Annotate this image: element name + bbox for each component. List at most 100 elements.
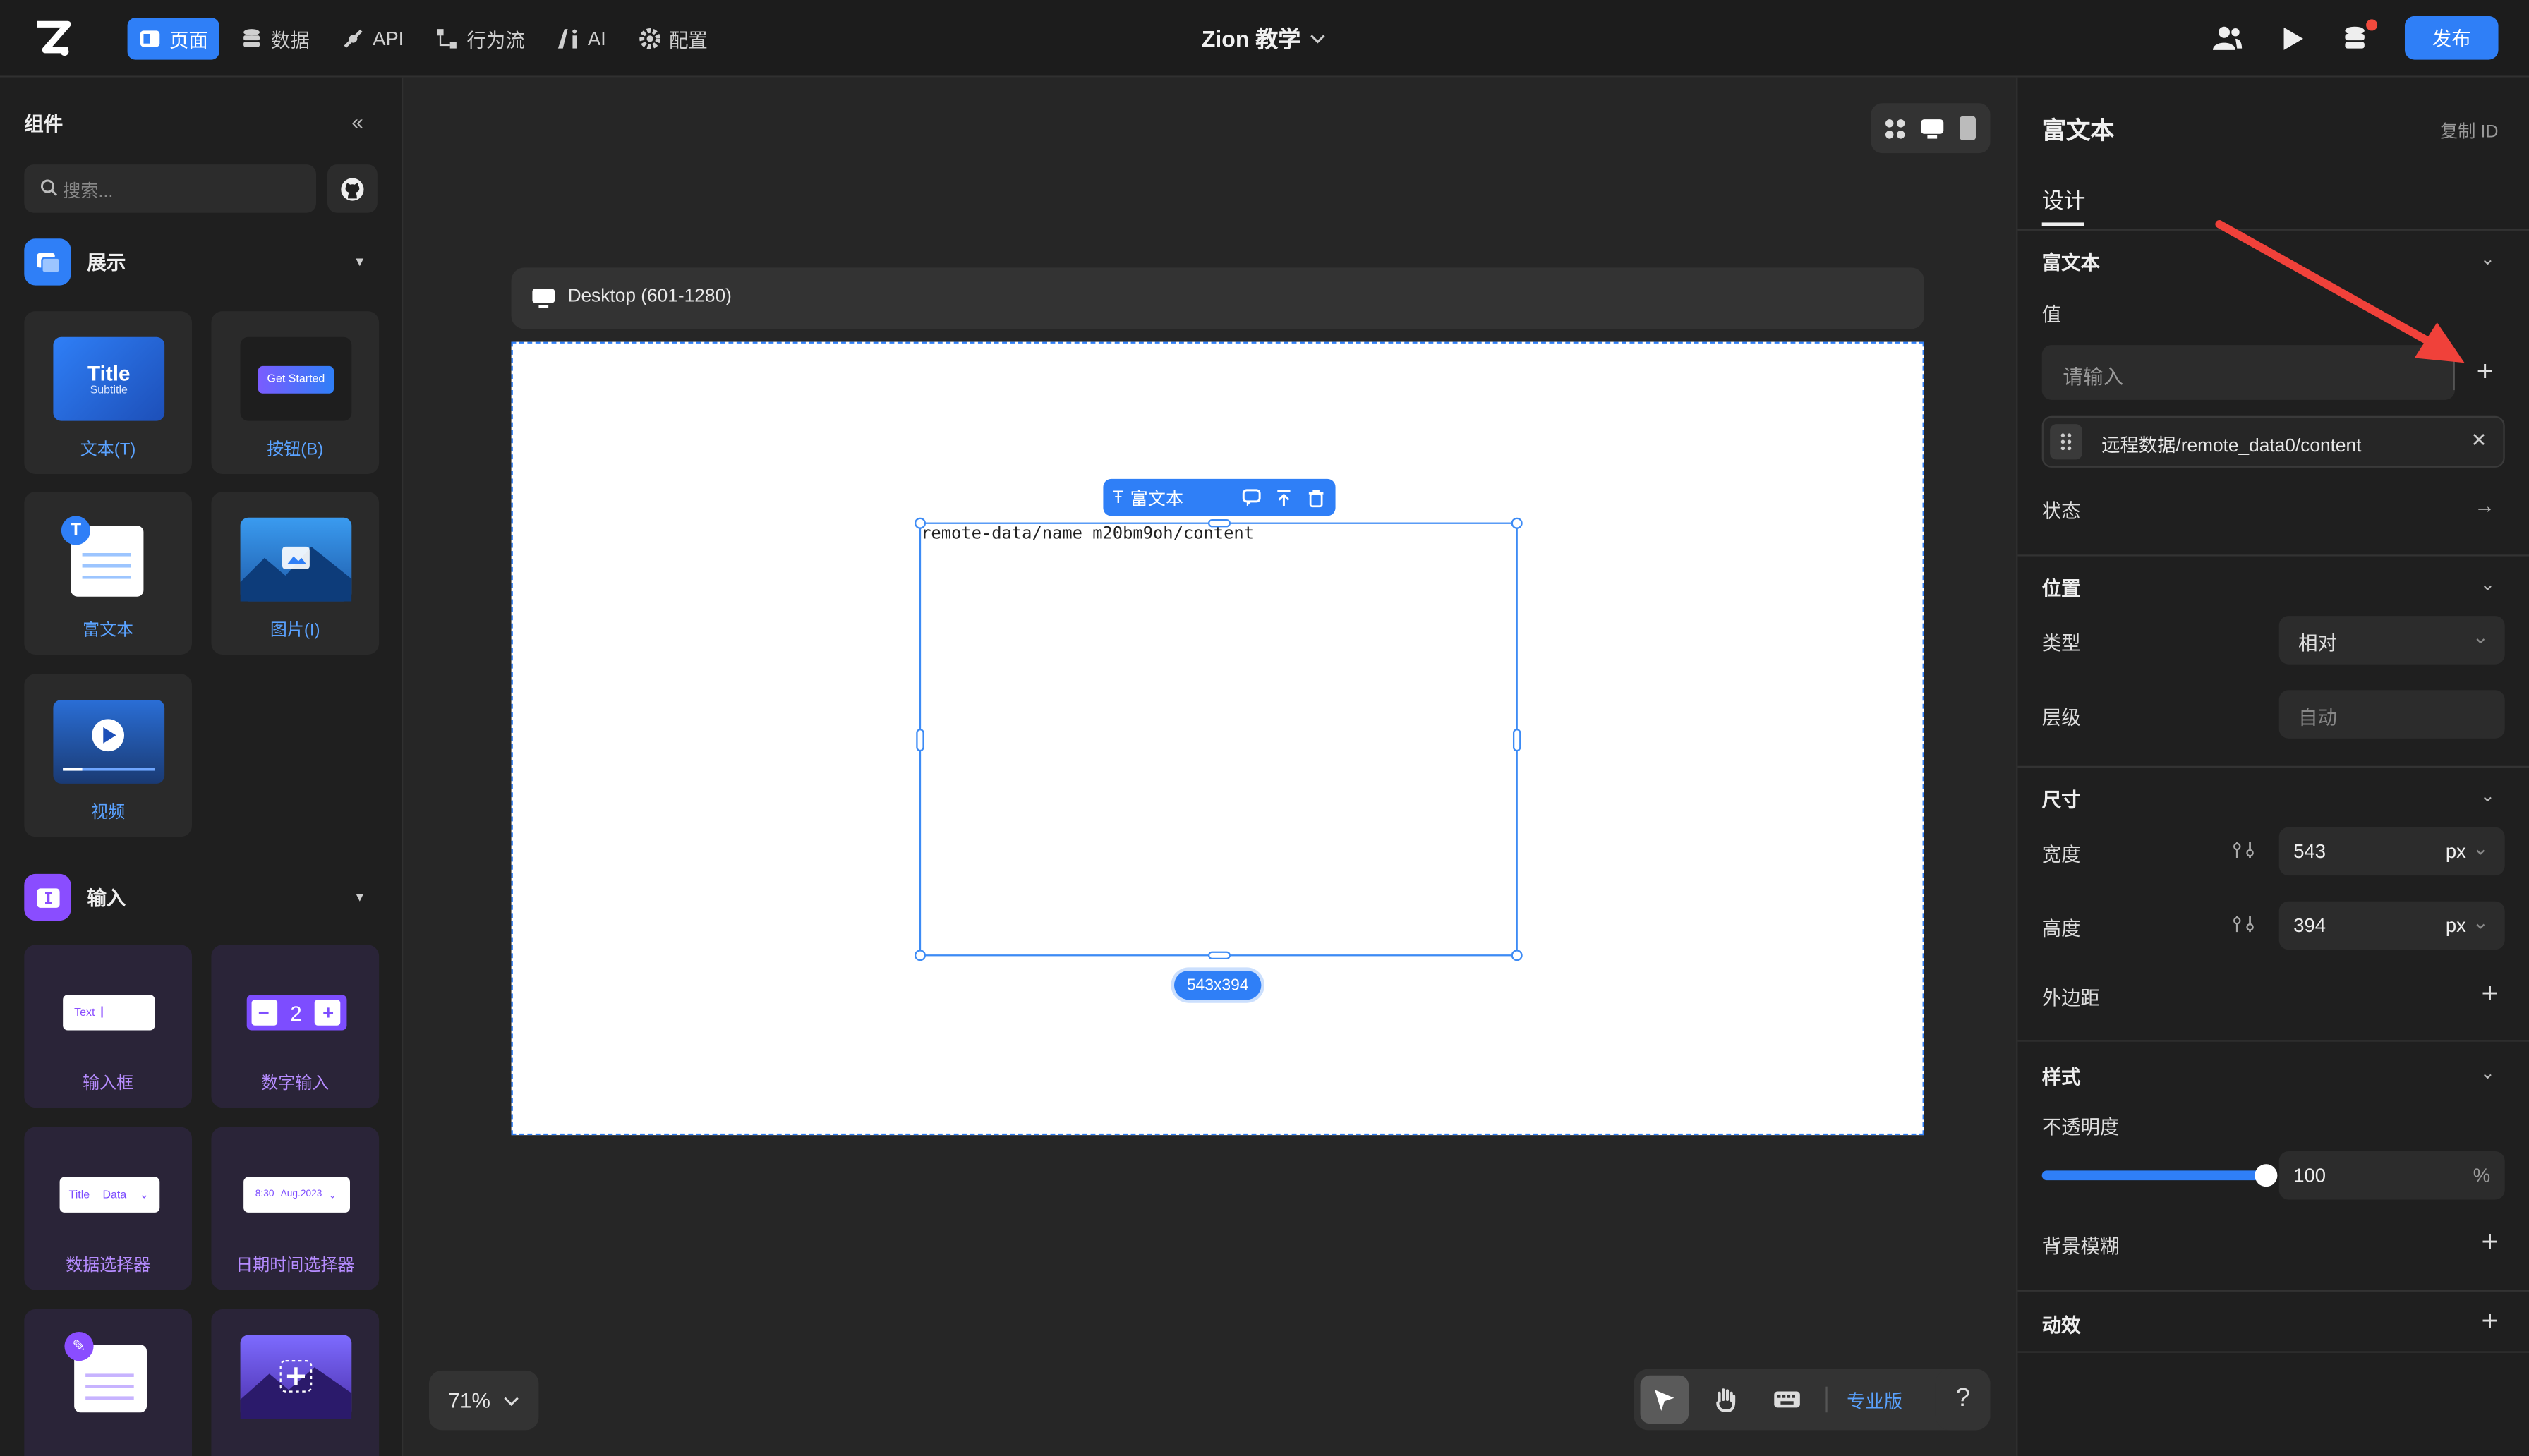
component-card-upload[interactable] — [211, 1309, 380, 1456]
add-motion-button[interactable]: + — [2482, 1306, 2499, 1335]
height-input[interactable]: 394 px ⌄ — [2278, 901, 2505, 950]
component-card-video[interactable]: 视频 — [24, 674, 192, 837]
breakpoint-bar[interactable]: Desktop (601-1280) — [511, 267, 1924, 329]
component-card-image[interactable]: 图片(I) — [211, 492, 380, 655]
chevron-down-icon[interactable]: ⌄ — [2480, 785, 2495, 806]
keyboard-shortcuts[interactable] — [1763, 1376, 1811, 1424]
slider-knob[interactable] — [2255, 1164, 2278, 1187]
component-card-number[interactable]: − 2 + 数字输入 — [211, 945, 380, 1108]
nav-data[interactable]: 数据 — [229, 18, 321, 59]
select-parent-icon[interactable] — [1274, 487, 1293, 506]
chevron-down-icon[interactable]: ⌄ — [2480, 1062, 2495, 1084]
opacity-unit: % — [2473, 1164, 2491, 1187]
zindex-input[interactable]: 自动 — [2278, 690, 2505, 739]
resize-handle-w[interactable] — [916, 729, 924, 752]
height-unit[interactable]: px — [2446, 914, 2466, 937]
copy-id-button[interactable]: 复制 ID — [2440, 118, 2498, 144]
value-input[interactable]: 请输入 — [2041, 345, 2455, 400]
publish-status-icon[interactable] — [2341, 18, 2378, 54]
input-thumbnail: Text I — [53, 971, 164, 1055]
api-icon — [344, 29, 363, 48]
comment-icon[interactable] — [1242, 487, 1261, 506]
project-switcher[interactable]: Zion 教学 — [1202, 23, 1327, 55]
hand-tool[interactable] — [1701, 1376, 1750, 1424]
height-value: 394 — [2293, 914, 2326, 937]
close-icon[interactable]: ✕ — [2471, 429, 2487, 451]
page-frame[interactable]: Ŧ 富文本 remote-data/name_m20bm9oh/content — [511, 341, 1924, 1136]
design-canvas[interactable]: Desktop (601-1280) Ŧ 富文本 remote-data/nam… — [403, 77, 2015, 1456]
nav-settings-label: 配置 — [668, 28, 708, 51]
component-search-input[interactable]: 搜索... — [24, 164, 316, 213]
chevron-down-icon[interactable]: ⌄ — [2480, 574, 2495, 595]
component-card-datetime[interactable]: 8:30 Aug.2023 ⌄ 日期时间选择器 — [211, 1127, 380, 1290]
toolbar-type-label[interactable]: Ŧ 富文本 — [1113, 485, 1183, 511]
section-style-title[interactable]: 样式 — [2042, 1062, 2081, 1090]
resize-handle-sw[interactable] — [914, 950, 926, 961]
resize-handle-nw[interactable] — [914, 517, 926, 529]
section-motion-title[interactable]: 动效 — [2042, 1311, 2081, 1338]
delete-icon[interactable] — [1306, 487, 1325, 506]
resize-handle-se[interactable] — [1511, 950, 1523, 961]
component-card-button[interactable]: Get Started 按钮(B) — [211, 311, 380, 474]
divider — [2017, 1290, 2529, 1292]
publish-button[interactable]: 发布 — [2404, 16, 2499, 60]
add-blur-button[interactable]: + — [2482, 1227, 2499, 1256]
selected-richtext[interactable]: remote-data/name_m20bm9oh/content — [914, 517, 1523, 961]
github-button[interactable] — [327, 164, 378, 213]
preview-play-icon[interactable] — [2276, 22, 2308, 54]
text-thumbnail: Title Subtitle — [53, 336, 165, 421]
opacity-input[interactable]: 100 % — [2278, 1151, 2505, 1200]
nav-flow[interactable]: 行为流 — [425, 18, 536, 59]
add-margin-button[interactable]: + — [2482, 978, 2499, 1007]
component-card-textarea[interactable]: ✎ — [24, 1309, 192, 1456]
mobile-icon[interactable] — [1958, 116, 1977, 140]
nav-api[interactable]: API — [331, 18, 416, 59]
state-label[interactable]: 状态 — [2042, 497, 2081, 524]
width-unit[interactable]: px — [2446, 840, 2466, 863]
category-input[interactable]: 输入 ▼ — [24, 873, 375, 921]
section-size-title[interactable]: 尺寸 — [2042, 785, 2081, 813]
component-card-text[interactable]: Title Subtitle 文本(T) — [24, 311, 192, 474]
tab-design[interactable]: 设计 — [2042, 182, 2086, 214]
zion-logo-icon[interactable] — [32, 18, 74, 59]
resize-handle-s[interactable] — [1207, 951, 1231, 959]
component-card-richtext[interactable]: T 富文本 — [24, 492, 192, 655]
position-type-select[interactable]: 相对 ⌄ — [2278, 616, 2505, 665]
caret-down-icon: ▼ — [353, 890, 366, 905]
drag-handle-icon[interactable] — [2050, 424, 2082, 460]
resize-handle-n[interactable] — [1207, 518, 1231, 528]
zoom-control[interactable]: 71% — [428, 1370, 539, 1431]
opacity-label: 不透明度 — [2041, 1115, 2120, 1139]
sizing-mode-icon[interactable] — [2232, 914, 2255, 933]
component-card-input[interactable]: Text I 输入框 — [24, 945, 192, 1108]
chevron-down-icon: ⌄ — [139, 1189, 149, 1201]
chevron-down-icon: ⌄ — [2472, 837, 2489, 860]
nav-pages[interactable]: 页面 — [127, 18, 219, 60]
number-thumbnail: − 2 + — [241, 971, 352, 1055]
collaborators-icon[interactable] — [2211, 22, 2244, 54]
category-display[interactable]: 展示 ▼ — [24, 238, 375, 286]
chevron-down-icon[interactable]: ⌄ — [2480, 248, 2495, 269]
plan-link[interactable]: 专业版 — [1847, 1388, 1902, 1414]
component-card-dataselect[interactable]: Title Data ⌄ 数据选择器 — [24, 1127, 192, 1290]
section-position-title[interactable]: 位置 — [2042, 574, 2081, 602]
datetime-thumbnail: 8:30 Aug.2023 ⌄ — [241, 1153, 352, 1237]
nav-settings[interactable]: 配置 — [627, 18, 719, 59]
width-input[interactable]: 543 px ⌄ — [2278, 827, 2505, 876]
collapse-panel-icon[interactable]: « — [351, 109, 363, 133]
arrow-right-icon[interactable]: → — [2474, 493, 2495, 517]
search-icon — [40, 179, 58, 196]
grid-view-icon[interactable] — [1884, 117, 1907, 140]
resize-handle-e[interactable] — [1512, 729, 1521, 752]
sizing-mode-icon[interactable] — [2232, 840, 2255, 859]
add-binding-button[interactable]: + — [2477, 356, 2494, 385]
resize-handle-ne[interactable] — [1511, 517, 1523, 529]
help-button[interactable]: ? — [1935, 1369, 1991, 1431]
desktop-icon[interactable] — [1919, 117, 1945, 140]
bound-data-chip[interactable]: 远程数据/remote_data0/content ✕ — [2041, 415, 2505, 468]
nav-ai[interactable]: AI — [545, 18, 617, 59]
opacity-slider[interactable] — [2041, 1164, 2278, 1187]
select-tool[interactable] — [1640, 1375, 1689, 1424]
zindex-placeholder: 自动 — [2298, 706, 2338, 729]
section-richtext-title[interactable]: 富文本 — [2042, 248, 2100, 276]
